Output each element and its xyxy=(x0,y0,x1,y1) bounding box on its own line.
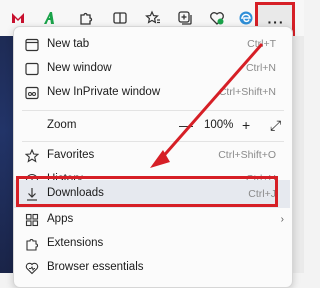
favorites-label: Favorites xyxy=(47,149,95,161)
extensions-icon[interactable] xyxy=(76,8,96,28)
apps-icon xyxy=(24,212,40,228)
zoom-out-button[interactable]: — xyxy=(179,117,193,133)
chevron-right-icon: › xyxy=(280,214,284,225)
inprivate-icon xyxy=(24,85,40,101)
health-icon[interactable] xyxy=(207,8,227,28)
new-inprivate-shortcut: Ctrl+Shift+N xyxy=(218,86,276,98)
browser-essentials-icon xyxy=(24,260,40,276)
page-background xyxy=(0,36,14,273)
zoom-in-button[interactable]: + xyxy=(242,117,250,133)
collections-icon[interactable] xyxy=(175,8,195,28)
menu-separator xyxy=(22,141,284,142)
new-tab-shortcut: Ctrl+T xyxy=(247,38,276,50)
menu-item-new-window[interactable]: New window Ctrl+N xyxy=(14,57,290,81)
extensions-label: Extensions xyxy=(47,237,104,249)
zoom-label: Zoom xyxy=(47,119,77,131)
new-window-icon xyxy=(24,61,40,77)
new-window-shortcut: Ctrl+N xyxy=(245,62,276,74)
menu-item-downloads[interactable]: Downloads Ctrl+J xyxy=(14,180,290,208)
browser-essentials-label: Browser essentials xyxy=(47,261,144,273)
downloads-shortcut: Ctrl+J xyxy=(248,188,276,200)
new-tab-label: New tab xyxy=(47,38,90,50)
downloads-label: Downloads xyxy=(47,187,104,199)
menu-item-extensions[interactable]: Extensions xyxy=(14,232,290,256)
menu-item-new-inprivate[interactable]: New InPrivate window Ctrl+Shift+N xyxy=(14,81,290,105)
new-inprivate-label: New InPrivate window xyxy=(47,86,161,98)
apps-label: Apps xyxy=(47,213,74,225)
menu-separator xyxy=(22,110,284,111)
favorites-shortcut: Ctrl+Shift+O xyxy=(218,149,276,161)
menu-item-zoom: Zoom — 100% + ⤢ xyxy=(14,114,290,138)
fullscreen-icon[interactable]: ⤢ xyxy=(270,117,281,134)
split-screen-icon[interactable] xyxy=(110,8,130,28)
favorites-menu-icon xyxy=(24,148,40,164)
menu-item-new-tab[interactable]: New tab Ctrl+T xyxy=(14,33,290,57)
settings-menu: New tab Ctrl+T New window Ctrl+N New InP… xyxy=(13,26,293,288)
download-icon xyxy=(24,186,40,202)
mcafee-icon[interactable] xyxy=(8,8,28,28)
menu-item-favorites[interactable]: Favorites Ctrl+Shift+O xyxy=(14,144,290,168)
adguard-icon[interactable] xyxy=(39,8,59,28)
menu-item-browser-essentials[interactable]: Browser essentials xyxy=(14,256,290,280)
favorites-icon[interactable] xyxy=(143,8,163,28)
zoom-value: 100% xyxy=(204,119,234,131)
menu-item-apps[interactable]: Apps › xyxy=(14,208,290,232)
new-window-label: New window xyxy=(47,62,112,74)
new-tab-icon xyxy=(24,37,40,53)
extensions-menu-icon xyxy=(24,236,40,252)
edge-icon[interactable] xyxy=(236,8,256,28)
